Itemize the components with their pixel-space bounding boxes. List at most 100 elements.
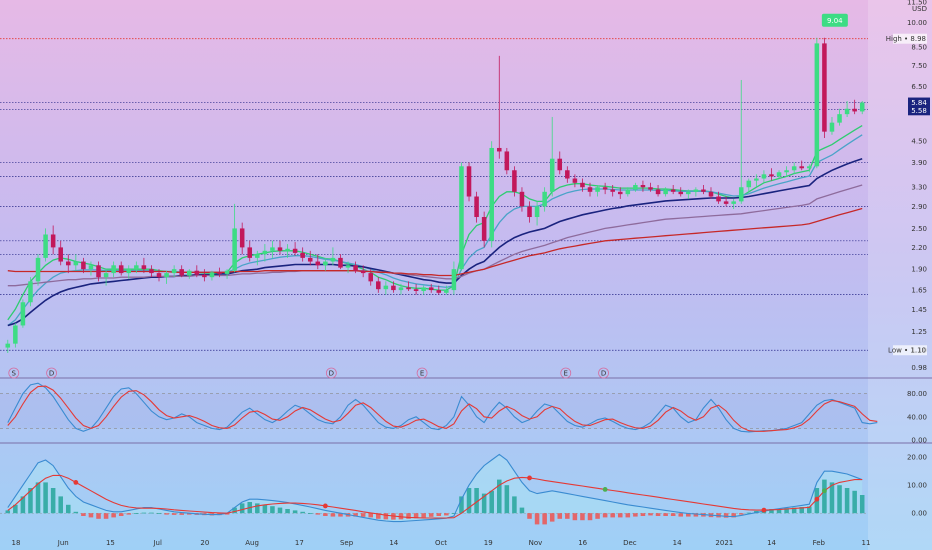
momentum-histogram-bar xyxy=(444,513,449,516)
momentum-axis-tick: 20.00 xyxy=(907,454,927,462)
candle-body xyxy=(807,166,812,169)
candle-body xyxy=(512,170,517,192)
candle-body xyxy=(602,187,608,190)
momentum-histogram-bar xyxy=(542,513,547,525)
candle-body xyxy=(859,102,865,112)
candle-body xyxy=(35,257,41,282)
momentum-histogram-bar xyxy=(565,513,570,519)
candle-body xyxy=(640,185,646,188)
price-axis-tick: 1.45 xyxy=(911,306,927,314)
candle-body xyxy=(239,228,245,248)
candle-body xyxy=(474,196,479,218)
candle-body xyxy=(837,114,842,123)
price-axis-tick: 3.30 xyxy=(911,184,927,192)
momentum-histogram-bar xyxy=(88,513,94,518)
momentum-histogram-bar xyxy=(111,513,116,518)
candle-body xyxy=(330,257,336,262)
momentum-histogram-bar xyxy=(43,482,48,514)
candle-body xyxy=(186,270,192,276)
price-axis-tick: 1.65 xyxy=(911,287,927,295)
candle-body xyxy=(81,261,86,270)
candle-body xyxy=(224,270,230,274)
event-marker-label: S xyxy=(12,370,17,378)
candle-body xyxy=(466,166,472,197)
candle-body xyxy=(179,269,184,276)
momentum-histogram-bar xyxy=(383,513,389,520)
momentum-axis-tick: 0.00 xyxy=(911,510,927,518)
candle-body xyxy=(731,201,736,204)
candle-body xyxy=(315,261,321,266)
time-axis-tick: Oct xyxy=(435,539,447,547)
candle-body xyxy=(428,287,434,291)
candle-body xyxy=(202,274,207,278)
candle-body xyxy=(217,272,222,274)
candle-body xyxy=(527,206,532,218)
time-axis-tick: 20 xyxy=(200,539,209,547)
momentum-histogram-bar xyxy=(292,510,298,514)
previous-value-label: 5.58 xyxy=(911,107,927,115)
high-tag-label: High • 8.98 xyxy=(886,35,926,43)
price-axis-tick: 0.98 xyxy=(911,364,927,372)
candle-body xyxy=(489,147,494,241)
candle-body xyxy=(784,170,789,173)
candle-body xyxy=(73,261,79,266)
candle-body xyxy=(648,187,653,190)
candle-body xyxy=(519,191,525,207)
price-axis-tick: 2.50 xyxy=(911,225,927,233)
event-marker-label: E xyxy=(420,370,424,378)
time-axis-tick: Aug xyxy=(245,539,259,547)
candle-body xyxy=(5,343,11,348)
momentum-histogram-bar xyxy=(587,513,593,521)
candle-body xyxy=(118,265,124,274)
candle-body xyxy=(28,281,33,303)
momentum-histogram-bar xyxy=(141,512,147,514)
momentum-histogram-bar xyxy=(837,485,842,514)
candle-body xyxy=(149,269,154,274)
momentum-histogram-bar xyxy=(126,513,132,515)
candle-body xyxy=(686,191,691,195)
time-axis-tick: Jul xyxy=(152,539,162,547)
time-axis-tick: 14 xyxy=(389,539,398,547)
candle-body xyxy=(791,166,797,171)
candle-body xyxy=(360,270,366,274)
candle-body xyxy=(406,287,411,290)
time-axis-tick: Nov xyxy=(529,539,543,547)
momentum-histogram-bar xyxy=(859,495,865,514)
momentum-histogram-bar xyxy=(504,485,510,514)
momentum-histogram-bar xyxy=(360,513,366,517)
candle-body xyxy=(126,269,132,274)
candle-body xyxy=(814,43,820,167)
candle-body xyxy=(232,228,237,271)
candle-body xyxy=(255,254,260,258)
candle-body xyxy=(20,302,26,326)
candle-body xyxy=(769,174,774,177)
momentum-histogram-bar xyxy=(572,513,578,521)
candle-body xyxy=(716,196,721,202)
candle-body xyxy=(572,178,578,183)
candle-body xyxy=(549,158,555,192)
momentum-signal-dot xyxy=(822,488,827,494)
time-axis-tick: 11 xyxy=(862,539,871,547)
momentum-signal-dot xyxy=(602,487,608,492)
candle-body xyxy=(701,189,706,192)
time-axis-tick: 19 xyxy=(484,539,493,547)
candle-body xyxy=(844,108,850,115)
momentum-histogram-bar xyxy=(50,488,56,514)
candle-body xyxy=(670,189,676,192)
momentum-histogram-bar xyxy=(171,513,177,515)
momentum-histogram-bar xyxy=(625,513,631,518)
candle-body xyxy=(504,151,510,171)
momentum-histogram-bar xyxy=(156,513,162,514)
momentum-histogram-bar xyxy=(738,513,744,515)
momentum-histogram-bar xyxy=(655,513,661,516)
candle-body xyxy=(481,217,487,241)
candle-body xyxy=(557,158,563,171)
price-axis-tick: 2.20 xyxy=(911,244,927,252)
time-axis-tick: 15 xyxy=(106,539,115,547)
candle-body xyxy=(43,234,48,258)
candle-body xyxy=(754,178,759,181)
time-axis-tick: 14 xyxy=(673,539,682,547)
price-axis-tick: 7.50 xyxy=(911,62,927,70)
candle-body xyxy=(270,247,275,251)
candle-body xyxy=(829,122,835,132)
